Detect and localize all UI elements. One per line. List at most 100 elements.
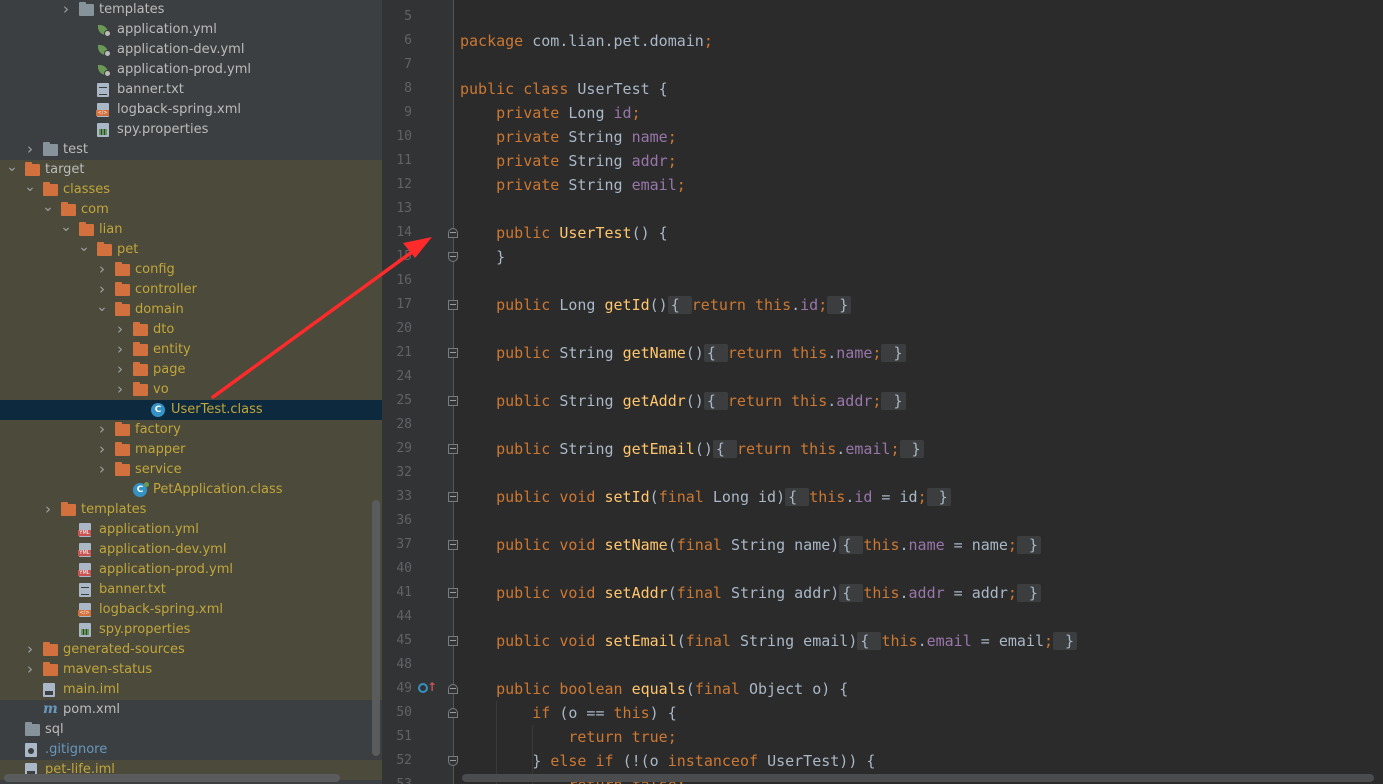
tree-item[interactable]: › entity xyxy=(0,340,382,360)
tree-item[interactable]: main.iml xyxy=(0,680,382,700)
chevron-right-icon[interactable]: › xyxy=(96,440,108,460)
chevron-right-icon[interactable]: › xyxy=(96,420,108,440)
chevron-down-icon[interactable]: ⌄ xyxy=(42,200,54,220)
code-line[interactable]: public Long getId(){ return this.id; } xyxy=(460,293,852,317)
folder-icon xyxy=(79,2,94,16)
chevron-right-icon[interactable]: › xyxy=(60,0,72,20)
tree-item[interactable]: ⌄ lian xyxy=(0,220,382,240)
fold-collapse-icon[interactable] xyxy=(448,708,458,718)
code-line[interactable]: public void setName(final String name){ … xyxy=(460,533,1041,557)
chevron-right-icon[interactable]: › xyxy=(96,280,108,300)
code-line[interactable]: public void setId(final Long id){ this.i… xyxy=(460,485,951,509)
tree-item[interactable]: › dto xyxy=(0,320,382,340)
tree-item[interactable]: › factory xyxy=(0,420,382,440)
code-line[interactable]: public String getEmail(){ return this.em… xyxy=(460,437,924,461)
fold-collapse-icon[interactable] xyxy=(448,252,458,262)
fold-expand-icon[interactable] xyxy=(448,444,458,454)
chevron-right-icon[interactable]: › xyxy=(42,500,54,520)
chevron-down-icon[interactable]: ⌄ xyxy=(96,300,108,320)
tree-item[interactable]: logback-spring.xml xyxy=(0,600,382,620)
fold-expand-icon[interactable] xyxy=(448,588,458,598)
chevron-down-icon[interactable]: ⌄ xyxy=(60,220,72,240)
tree-horizontal-scrollbar[interactable] xyxy=(4,774,340,782)
code-line[interactable]: private String addr; xyxy=(460,149,677,173)
chevron-right-icon[interactable]: › xyxy=(96,460,108,480)
chevron-right-icon[interactable]: › xyxy=(96,260,108,280)
chevron-down-icon[interactable]: ⌄ xyxy=(78,240,90,260)
tree-item[interactable]: › config xyxy=(0,260,382,280)
fold-collapse-icon[interactable] xyxy=(448,684,458,694)
code-line[interactable]: private Long id; xyxy=(460,101,641,125)
fold-expand-icon[interactable] xyxy=(448,492,458,502)
code-line[interactable]: } xyxy=(460,245,505,269)
chevron-right-icon[interactable]: › xyxy=(114,380,126,400)
fold-expand-icon[interactable] xyxy=(448,636,458,646)
tree-item[interactable]: application-prod.yml xyxy=(0,60,382,80)
fold-expand-icon[interactable] xyxy=(448,300,458,310)
chevron-right-icon[interactable]: › xyxy=(24,660,36,680)
tree-item[interactable]: ⌄ target xyxy=(0,160,382,180)
code-line[interactable]: public void setAddr(final String addr){ … xyxy=(460,581,1041,605)
code-token: equals xyxy=(631,680,686,698)
tree-item[interactable]: C PetApplication.class xyxy=(0,480,382,500)
code-line[interactable]: private String email; xyxy=(460,173,686,197)
tree-item[interactable]: ⌄ pet xyxy=(0,240,382,260)
tree-item[interactable]: › mapper xyxy=(0,440,382,460)
override-method-icon[interactable]: ↑ xyxy=(418,681,437,697)
tree-item[interactable]: spy.properties xyxy=(0,120,382,140)
code-line[interactable]: package com.lian.pet.domain; xyxy=(460,29,713,53)
tree-item[interactable]: ⌄ domain xyxy=(0,300,382,320)
tree-item[interactable]: › maven-status xyxy=(0,660,382,680)
tree-item[interactable]: m pom.xml xyxy=(0,700,382,720)
tree-item[interactable]: .gitignore xyxy=(0,740,382,760)
chevron-down-icon[interactable]: ⌄ xyxy=(6,160,18,180)
tree-item[interactable]: logback-spring.xml xyxy=(0,100,382,120)
tree-item[interactable]: banner.txt xyxy=(0,580,382,600)
tree-item[interactable]: › templates xyxy=(0,500,382,520)
tree-item[interactable]: application-prod.yml xyxy=(0,560,382,580)
tree-item[interactable]: › test xyxy=(0,140,382,160)
tree-item[interactable]: sql xyxy=(0,720,382,740)
fold-expand-icon[interactable] xyxy=(448,348,458,358)
chevron-right-icon[interactable]: › xyxy=(114,320,126,340)
chevron-down-icon[interactable]: ⌄ xyxy=(24,180,36,200)
code-line[interactable]: public boolean equals(final Object o) { xyxy=(460,677,848,701)
tree-item[interactable]: application.yml xyxy=(0,20,382,40)
code-line[interactable]: return true; xyxy=(460,725,676,749)
fold-collapse-icon[interactable] xyxy=(448,228,458,238)
tree-item[interactable]: application-dev.yml xyxy=(0,40,382,60)
code-line[interactable]: public void setEmail(final String email)… xyxy=(460,629,1078,653)
code-line[interactable]: } else if (!(o instanceof UserTest)) { xyxy=(460,749,875,773)
code-line[interactable]: private String name; xyxy=(460,125,677,149)
fold-expand-icon[interactable] xyxy=(448,540,458,550)
tree-item[interactable]: › templates xyxy=(0,0,382,20)
tree-item-label: test xyxy=(63,142,88,157)
line-number: 49 xyxy=(396,681,412,696)
tree-item[interactable]: › vo xyxy=(0,380,382,400)
fold-expand-icon[interactable] xyxy=(448,396,458,406)
code-line[interactable]: if (o == this) { xyxy=(460,701,677,725)
tree-item[interactable]: › page xyxy=(0,360,382,380)
code-line[interactable]: public UserTest() { xyxy=(460,221,668,245)
tree-item[interactable]: ⌄ classes xyxy=(0,180,382,200)
chevron-right-icon[interactable]: › xyxy=(114,340,126,360)
chevron-right-icon[interactable]: › xyxy=(24,640,36,660)
tree-item[interactable]: › controller xyxy=(0,280,382,300)
yml-file-icon xyxy=(78,543,91,557)
tree-item[interactable]: ⌄ com xyxy=(0,200,382,220)
tree-item[interactable]: C UserTest.class xyxy=(0,400,382,420)
tree-item[interactable]: application.yml xyxy=(0,520,382,540)
code-line[interactable]: public String getAddr(){ return this.add… xyxy=(460,389,906,413)
chevron-right-icon[interactable]: › xyxy=(114,360,126,380)
code-line[interactable]: public class UserTest { xyxy=(460,77,668,101)
tree-item[interactable]: banner.txt xyxy=(0,80,382,100)
tree-item[interactable]: › generated-sources xyxy=(0,640,382,660)
tree-vertical-scrollbar[interactable] xyxy=(372,500,380,756)
chevron-right-icon[interactable]: › xyxy=(24,140,36,160)
tree-item[interactable]: application-dev.yml xyxy=(0,540,382,560)
editor-horizontal-scrollbar[interactable] xyxy=(462,774,1374,782)
code-line[interactable]: public String getName(){ return this.nam… xyxy=(460,341,906,365)
tree-item[interactable]: › service xyxy=(0,460,382,480)
fold-collapse-icon[interactable] xyxy=(448,756,458,766)
tree-item[interactable]: spy.properties xyxy=(0,620,382,640)
